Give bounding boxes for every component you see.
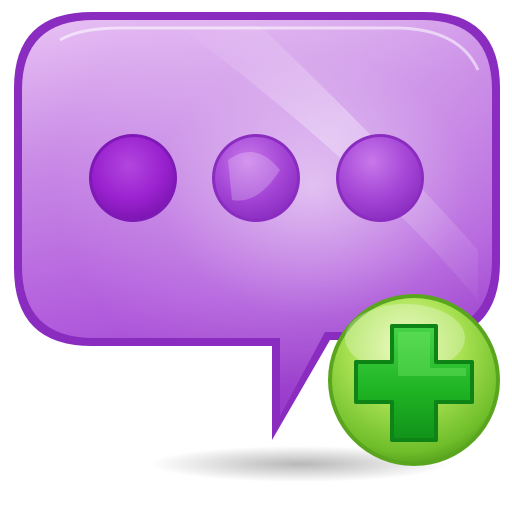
ellipsis-icon	[89, 134, 424, 222]
add-chat-message-icon	[14, 12, 500, 482]
add-badge	[328, 294, 500, 466]
add-chat-icon-stage	[0, 0, 512, 512]
